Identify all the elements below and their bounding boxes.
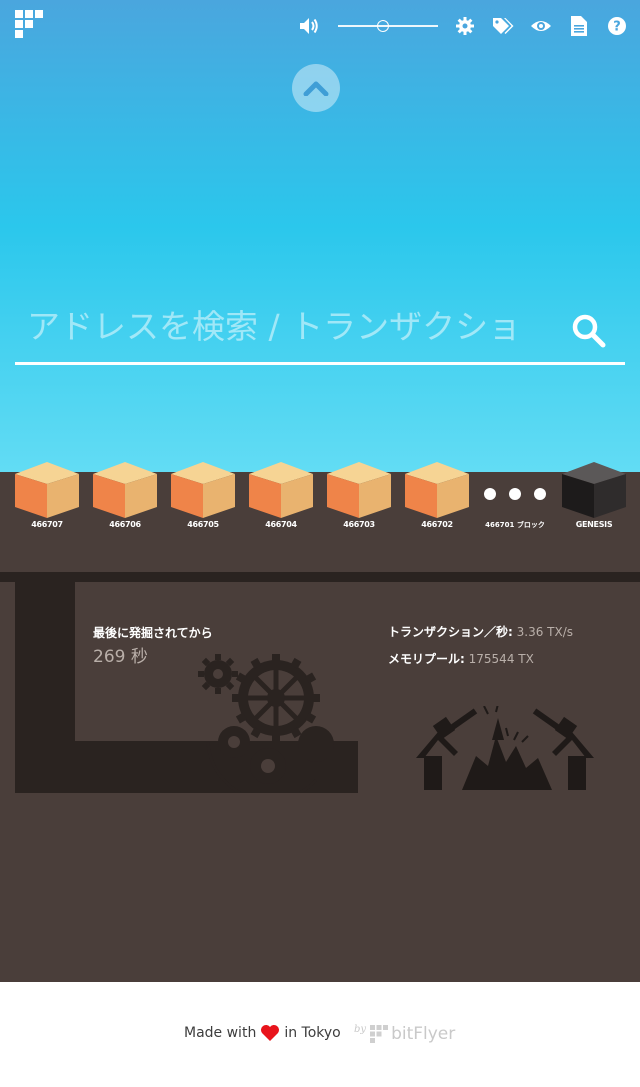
block-label: 466704	[265, 520, 297, 529]
block-label: 466705	[187, 520, 219, 529]
ellipsis-dot	[484, 488, 496, 500]
block-item[interactable]: 466706	[93, 462, 157, 529]
block-item[interactable]: 466707	[15, 462, 79, 529]
block-item[interactable]: 466703	[327, 462, 391, 529]
bitflyer-mark-icon	[370, 1025, 389, 1043]
gears-icon	[198, 654, 334, 792]
eye-icon[interactable]	[530, 15, 552, 37]
since-last-mined-value: 269 秒	[93, 647, 148, 667]
svg-text:?: ?	[613, 20, 621, 35]
mempool-value: 175544 TX	[468, 652, 534, 666]
miners-icon	[416, 706, 594, 790]
genesis-label: GENESIS	[575, 520, 613, 529]
block-cube-icon	[15, 462, 79, 518]
scroll-up-button[interactable]	[292, 64, 340, 112]
genesis-cube-icon	[562, 462, 626, 518]
tps-value: 3.36 TX/s	[516, 625, 574, 639]
chevron-up-icon	[303, 81, 329, 96]
search-input[interactable]	[27, 303, 557, 349]
tags-icon[interactable]	[492, 15, 514, 37]
made-with-label: Made with	[184, 1025, 257, 1041]
volume-slider[interactable]	[338, 15, 438, 37]
mempool-stat: メモリプール: 175544 TX	[388, 650, 534, 667]
more-blocks-label: 466701 ブロック	[485, 521, 545, 529]
since-last-mined-label: 最後に発掘されてから	[93, 626, 213, 640]
tps-label: トランザクション／秒:	[388, 625, 513, 639]
block-label: 466706	[109, 520, 141, 529]
block-item[interactable]: 466702	[405, 462, 469, 529]
mempool-label: メモリプール:	[388, 652, 465, 666]
ellipsis-dot	[509, 488, 521, 500]
bitflyer-logo-icon[interactable]	[15, 10, 43, 38]
block-item[interactable]: 466704	[249, 462, 313, 529]
bitflyer-link[interactable]: by bitFlyer	[354, 1023, 456, 1045]
block-cube-icon	[405, 462, 469, 518]
toolbar: ?	[298, 14, 628, 38]
volume-thumb[interactable]	[377, 20, 389, 32]
block-shelf: 466707 466706 466705 466704 466703 46670…	[0, 462, 640, 572]
footer: Made with in Tokyo by bitFlyer	[0, 982, 640, 1087]
block-label: 466703	[343, 520, 375, 529]
help-icon[interactable]: ?	[606, 15, 628, 37]
block-item[interactable]: 466705	[171, 462, 235, 529]
search-icon	[572, 314, 606, 348]
sky-header: ?	[0, 0, 640, 472]
heart-icon	[261, 1025, 280, 1041]
block-cube-icon	[249, 462, 313, 518]
more-blocks-button[interactable]	[484, 488, 559, 500]
block-cube-icon	[93, 462, 157, 518]
document-icon[interactable]	[568, 15, 590, 37]
block-cube-icon	[327, 462, 391, 518]
by-label: by	[354, 1023, 367, 1035]
ellipsis-dot	[534, 488, 546, 500]
search-button[interactable]	[571, 313, 607, 349]
volume-icon[interactable]	[298, 15, 320, 37]
block-cube-icon	[171, 462, 235, 518]
tps-stat: トランザクション／秒: 3.36 TX/s	[388, 623, 573, 640]
ground-divider	[0, 572, 640, 582]
search-bar	[15, 295, 625, 365]
genesis-block[interactable]: GENESIS	[562, 462, 626, 529]
bitflyer-brand: bitFlyer	[391, 1024, 456, 1044]
block-label: 466707	[31, 520, 63, 529]
made-with-text: Made with in Tokyo	[184, 1024, 341, 1042]
gear-icon[interactable]	[454, 15, 476, 37]
in-tokyo-label: in Tokyo	[284, 1025, 341, 1041]
block-label: 466702	[421, 520, 453, 529]
